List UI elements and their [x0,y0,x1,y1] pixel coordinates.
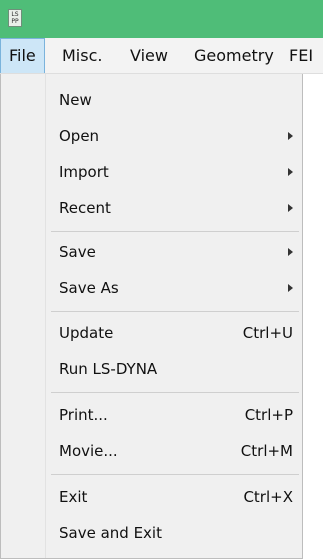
menu-geometry[interactable]: Geometry [194,38,274,73]
menu-item-label: Movie... [59,442,118,460]
submenu-arrow-icon [288,132,293,140]
menu-separator [51,311,299,312]
menu-item-label: Save As [59,279,119,297]
menu-item-new[interactable]: New [47,82,301,118]
app-window: LS PP File Misc. View Geometry FEI New O… [0,0,323,559]
menu-item-update[interactable]: Update Ctrl+U [47,315,301,351]
menu-item-label: Save and Exit [59,524,162,542]
menu-item-label: Update [59,324,114,342]
menu-icon-gutter [45,74,46,558]
menu-item-label: Recent [59,199,111,217]
menu-item-label: Save [59,243,96,261]
menu-item-movie[interactable]: Movie... Ctrl+M [47,433,301,469]
menu-separator [51,392,299,393]
submenu-arrow-icon [288,284,293,292]
menu-item-save-and-exit[interactable]: Save and Exit [47,515,301,551]
menu-item-shortcut: Ctrl+P [244,406,293,424]
menu-item-exit[interactable]: Exit Ctrl+X [47,479,301,515]
menu-item-recent[interactable]: Recent [47,190,301,226]
menu-misc[interactable]: Misc. [62,38,102,73]
menu-item-save[interactable]: Save [47,234,301,270]
menu-item-label: Import [59,163,109,181]
menu-file[interactable]: File [0,38,45,73]
menu-item-shortcut: Ctrl+M [240,442,293,460]
submenu-arrow-icon [288,168,293,176]
menu-item-label: New [59,91,92,109]
menu-item-label: Run LS-DYNA [59,360,158,378]
file-dropdown-menu: New Open Import Recent Save Save As Upda… [0,74,303,559]
menu-item-print[interactable]: Print... Ctrl+P [47,397,301,433]
submenu-arrow-icon [288,248,293,256]
menu-item-open[interactable]: Open [47,118,301,154]
app-icon-text-bottom: PP [11,18,19,25]
menu-item-run-ls-dyna[interactable]: Run LS-DYNA [47,351,301,387]
app-icon: LS PP [8,9,22,27]
menu-item-shortcut: Ctrl+X [243,488,293,506]
menu-item-label: Print... [59,406,108,424]
menu-item-label: Exit [59,488,88,506]
menu-fem[interactable]: FEI [289,38,313,73]
submenu-arrow-icon [288,204,293,212]
menu-separator [51,231,299,232]
menu-view[interactable]: View [130,38,168,73]
app-icon-text-top: LS [11,11,19,18]
menu-item-import[interactable]: Import [47,154,301,190]
menu-item-shortcut: Ctrl+U [242,324,293,342]
menu-item-label: Open [59,127,100,145]
menu-item-save-as[interactable]: Save As [47,270,301,306]
title-bar: LS PP [0,0,323,38]
menu-bar: File Misc. View Geometry FEI [0,38,323,74]
menu-separator [51,474,299,475]
